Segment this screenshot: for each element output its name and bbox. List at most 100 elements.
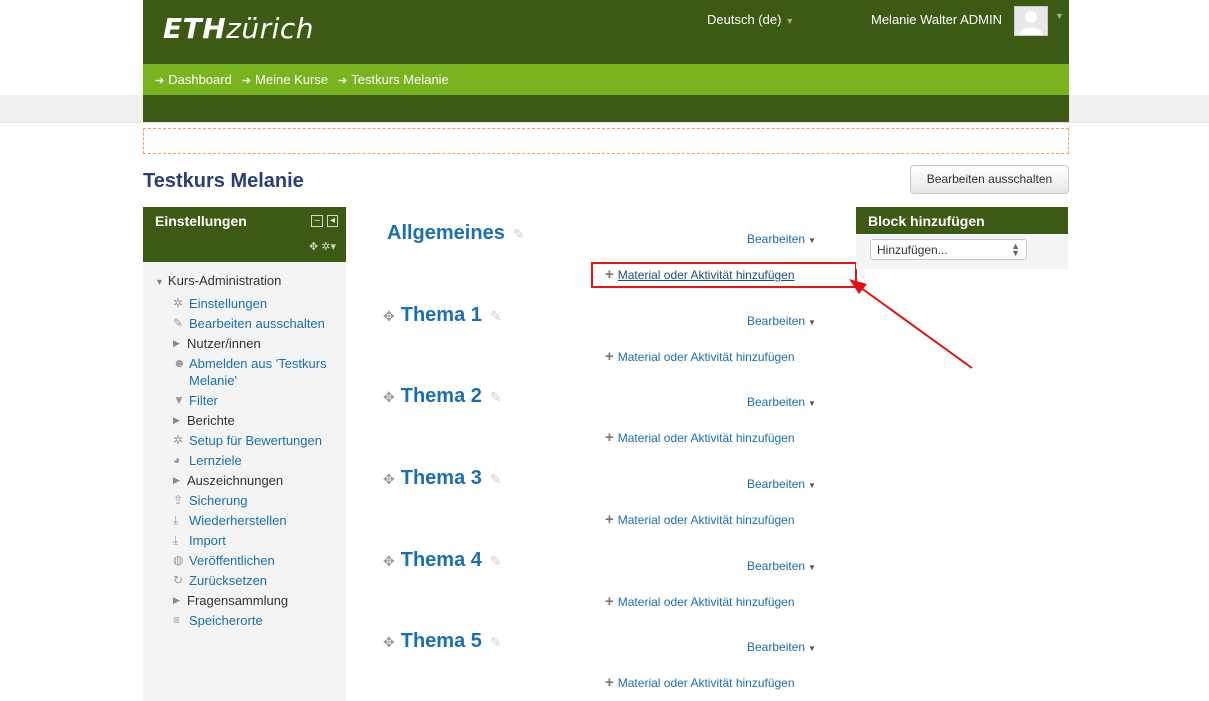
settings-item-bearbeiten-ausschalten[interactable]: ✎ Bearbeiten ausschalten xyxy=(155,315,346,332)
breadcrumb-item[interactable]: Meine Kurse xyxy=(255,72,328,87)
settings-item-sicherung[interactable]: ⇪ Sicherung xyxy=(155,492,346,509)
settings-item-speicherorte[interactable]: ≡ Speicherorte xyxy=(155,612,346,629)
gear-icon: ✲ xyxy=(173,433,184,447)
breadcrumb: ➔ Dashboard ➔ Meine Kurse ➔ Testkurs Melanie xyxy=(155,72,459,87)
block-drop-zone xyxy=(143,128,1069,154)
settings-item-label: Setup für Bewertungen xyxy=(189,433,322,448)
add-activity-link[interactable]: + Material oder Aktivität hinzufügen xyxy=(605,593,795,610)
section-title-5[interactable]: ✥ Thema 5 ✎ xyxy=(383,630,502,653)
edit-off-button[interactable]: Bearbeiten ausschalten xyxy=(910,165,1069,194)
section-edit-menu[interactable]: Bearbeiten ▼ xyxy=(747,640,816,654)
section-title-0[interactable]: Allgemeines ✎ xyxy=(387,222,525,245)
download-icon: ⤓ xyxy=(173,533,179,547)
move-icon[interactable]: ✥ xyxy=(383,634,395,650)
move-icon[interactable]: ✥ xyxy=(383,389,395,405)
settings-item-label: Berichte xyxy=(187,413,235,428)
pencil-icon[interactable]: ✎ xyxy=(490,553,502,569)
plus-icon: + xyxy=(605,674,614,691)
section-edit-menu[interactable]: Bearbeiten ▼ xyxy=(747,559,816,573)
pencil-icon[interactable]: ✎ xyxy=(490,634,502,650)
section-title-1[interactable]: ✥ Thema 1 ✎ xyxy=(383,304,502,327)
pencil-icon[interactable]: ✎ xyxy=(490,471,502,487)
settings-item-label: Lernziele xyxy=(189,453,242,468)
user-menu[interactable]: Melanie Walter ADMIN xyxy=(871,12,1002,27)
section-edit-menu[interactable]: Bearbeiten ▼ xyxy=(747,395,816,409)
annotation-arrow-icon xyxy=(849,279,973,369)
page-title: Testkurs Melanie xyxy=(143,170,304,192)
arrow-right-icon: ➔ xyxy=(338,75,348,87)
dock-icon[interactable]: ◂ xyxy=(326,215,338,227)
avatar[interactable] xyxy=(1014,6,1048,36)
settings-item-nutzer-innen[interactable]: ▶ Nutzer/innen xyxy=(155,335,346,352)
settings-item-label: Import xyxy=(189,533,226,548)
chevron-down-icon: ▼ xyxy=(808,399,816,408)
settings-item-label: Auszeichnungen xyxy=(187,473,284,488)
settings-item-wiederherstellen[interactable]: ⤓ Wiederherstellen xyxy=(155,512,346,529)
settings-tree: ▼ Kurs-Administration ✲ Einstellungen ✎ Bear… xyxy=(143,262,346,629)
tree-root-kurs-administration[interactable]: ▼ Kurs-Administration xyxy=(155,272,346,291)
filter-icon: ▼ xyxy=(173,393,185,407)
arrow-right-icon: ➔ xyxy=(155,75,165,87)
settings-item-abmelden-aus-testkurs-melanie[interactable]: ☻ Abmelden aus 'Testkurs Melanie' xyxy=(155,355,346,389)
add-activity-link[interactable]: + Material oder Aktivität hinzufügen xyxy=(605,674,795,691)
move-icon[interactable]: ✥ ✲▾ xyxy=(309,240,336,253)
breadcrumb-item[interactable]: Testkurs Melanie xyxy=(351,72,449,87)
settings-item-berichte[interactable]: ▶ Berichte xyxy=(155,412,346,429)
arrow-right-icon: ➔ xyxy=(241,75,252,87)
settings-item-import[interactable]: ⤓ Import xyxy=(155,532,346,549)
pencil-icon[interactable]: ✎ xyxy=(490,389,502,405)
upload-icon: ⇪ xyxy=(173,493,184,507)
add-activity-link[interactable]: + Material oder Aktivität hinzufügen xyxy=(605,348,795,365)
settings-item-lernziele[interactable]: ◕ Lernziele xyxy=(155,452,346,469)
gear-icon: ✲ xyxy=(173,296,184,310)
section-title-4[interactable]: ✥ Thema 4 ✎ xyxy=(383,549,502,572)
section-title-2[interactable]: ✥ Thema 2 ✎ xyxy=(383,385,502,408)
settings-item-einstellungen[interactable]: ✲ Einstellungen xyxy=(155,295,346,312)
settings-item-fragensammlung[interactable]: ▶ Fragensammlung xyxy=(155,592,346,609)
breadcrumb-item[interactable]: Dashboard xyxy=(168,72,232,87)
user-icon: ☻ xyxy=(173,356,186,370)
section-edit-menu[interactable]: Bearbeiten ▼ xyxy=(747,477,816,491)
expand-triangle-icon: ▶ xyxy=(173,595,180,605)
settings-item-label: Zurücksetzen xyxy=(189,573,268,588)
annotation-highlight-box xyxy=(591,262,857,288)
section-title-3[interactable]: ✥ Thema 3 ✎ xyxy=(383,467,502,490)
globe-icon: ◍ xyxy=(173,553,184,567)
settings-item-label: Bearbeiten ausschalten xyxy=(189,316,325,331)
settings-item-zurücksetzen[interactable]: ↻ Zurücksetzen xyxy=(155,572,346,589)
add-activity-link[interactable]: + Material oder Aktivität hinzufügen xyxy=(605,511,795,528)
section-edit-menu[interactable]: Bearbeiten ▼ xyxy=(747,232,816,246)
settings-item-label: Einstellungen xyxy=(189,296,268,311)
collapse-icon[interactable]: – xyxy=(311,215,323,227)
chevron-down-icon: ▼ xyxy=(808,318,816,327)
database-icon: ≡ xyxy=(173,613,181,627)
pencil-icon[interactable]: ✎ xyxy=(490,308,502,324)
expand-triangle-icon: ▶ xyxy=(173,338,180,348)
settings-item-setup-für-bewertungen[interactable]: ✲ Setup für Bewertungen xyxy=(155,432,346,449)
pencil-icon[interactable]: ✎ xyxy=(513,226,525,242)
plus-icon: + xyxy=(605,593,614,610)
eth-logo[interactable]: ETHzürich xyxy=(163,12,314,45)
add-block-select[interactable]: Hinzufügen... ▲ ▼ xyxy=(870,239,1027,260)
section-edit-menu[interactable]: Bearbeiten ▼ xyxy=(747,314,816,328)
plus-icon: + xyxy=(605,429,614,446)
settings-item-label: Abmelden aus 'Testkurs Melanie' xyxy=(189,356,327,388)
settings-item-label: Filter xyxy=(189,393,218,408)
settings-item-filter[interactable]: ▼ Filter xyxy=(155,392,346,409)
add-block-panel: Block hinzufügen Hinzufügen... ▲ ▼ xyxy=(856,207,1068,269)
settings-block-header: Einstellungen – ◂ ✥ ✲▾ xyxy=(143,207,346,262)
settings-item-label: Veröffentlichen xyxy=(189,553,275,568)
chevron-down-icon: ▼ xyxy=(785,16,795,26)
settings-item-veröffentlichen[interactable]: ◍ Veröffentlichen xyxy=(155,552,346,569)
move-icon[interactable]: ✥ xyxy=(383,553,395,569)
move-icon[interactable]: ✥ xyxy=(383,471,395,487)
download-icon: ⤓ xyxy=(173,513,179,527)
chevron-down-icon: ▼ xyxy=(808,644,816,653)
chevron-down-icon[interactable]: ▼ xyxy=(1055,11,1064,21)
move-icon[interactable]: ✥ xyxy=(383,308,395,324)
add-activity-link[interactable]: + Material oder Aktivität hinzufügen xyxy=(605,429,795,446)
expand-triangle-icon: ▶ xyxy=(173,475,180,485)
settings-item-auszeichnungen[interactable]: ▶ Auszeichnungen xyxy=(155,472,346,489)
language-menu[interactable]: Deutsch (de) ▼ xyxy=(707,12,794,27)
plus-icon: + xyxy=(605,348,614,365)
